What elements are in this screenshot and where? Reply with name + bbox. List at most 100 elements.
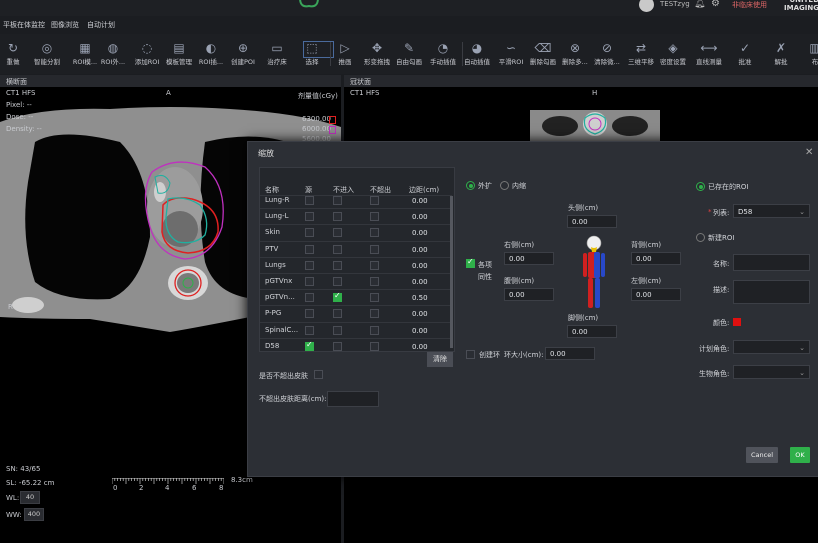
no-exceed-checkbox[interactable] — [370, 244, 379, 254]
roi-list-select[interactable]: D58 ⌄ — [733, 204, 810, 218]
existing-roi-radio[interactable] — [696, 182, 705, 191]
tool-ruler[interactable]: ⟷ 直线测量 — [692, 40, 726, 66]
isotropic-checkbox[interactable] — [466, 257, 475, 268]
tool-unapprove[interactable]: ✗ 解批 — [764, 40, 798, 66]
margin-value[interactable]: 0.50 — [412, 294, 428, 302]
skin-checkbox[interactable] — [314, 370, 323, 379]
no-enter-checkbox[interactable] — [333, 309, 342, 319]
tool-roi-outer[interactable]: ◍ ROI外... — [96, 40, 130, 66]
margin-value[interactable]: 0.00 — [412, 246, 428, 254]
tool-delete-contour[interactable]: ⌫ 删除勾画 — [526, 40, 560, 66]
roi-desc-input[interactable] — [733, 280, 810, 304]
source-checkbox[interactable] — [305, 325, 314, 335]
no-enter-checkbox[interactable] — [333, 228, 342, 238]
source-checkbox[interactable] — [305, 277, 314, 286]
source-checkbox[interactable] — [305, 244, 314, 254]
tool-create-poi[interactable]: ⊕ 创建POI — [226, 40, 260, 66]
margin-value[interactable]: 0.00 — [412, 343, 428, 351]
roi-name-input[interactable] — [733, 254, 810, 271]
no-exceed-checkbox[interactable] — [370, 196, 379, 205]
no-enter-checkbox[interactable] — [333, 244, 342, 254]
source-checkbox[interactable] — [305, 196, 314, 205]
no-exceed-checkbox[interactable] — [370, 228, 379, 238]
tool-smooth-roi[interactable]: ∽ 平滑ROI — [494, 40, 528, 66]
tool-free-draw[interactable]: ✎ 自由勾画 — [392, 40, 426, 66]
tool-approve[interactable]: ✓ 批准 — [728, 40, 762, 66]
table-scrollbar[interactable] — [450, 196, 453, 348]
no-enter-checkbox[interactable] — [333, 341, 342, 351]
tool-deform-drag[interactable]: ✥ 形变拖拽 — [360, 40, 394, 66]
front-input[interactable]: 0.00 — [504, 288, 554, 301]
coronal-image[interactable] — [530, 110, 660, 142]
margin-value[interactable]: 0.00 — [412, 310, 428, 318]
bell-icon[interactable]: 🔔︎ — [694, 0, 705, 9]
head-input[interactable]: 0.00 — [567, 215, 617, 228]
tool-redo[interactable]: ↻ 重做 — [0, 40, 30, 66]
margin-value[interactable]: 0.00 — [412, 262, 428, 270]
back-input[interactable]: 0.00 — [631, 252, 681, 265]
shrink-radio[interactable] — [500, 181, 509, 190]
menu-monitor[interactable]: 平板在体监控 — [3, 20, 45, 30]
no-exceed-checkbox[interactable] — [370, 341, 379, 351]
bio-role-select[interactable]: ⌄ — [733, 365, 810, 379]
source-checkbox[interactable] — [305, 293, 314, 303]
source-checkbox[interactable] — [305, 228, 314, 238]
tool-layout[interactable]: ▥ 布 — [798, 40, 818, 66]
tool-3d-move[interactable]: ⇄ 三维平移 — [624, 40, 658, 66]
tool-roi-interp[interactable]: ◐ ROI插... — [194, 40, 228, 66]
source-checkbox[interactable] — [305, 260, 314, 270]
margin-value[interactable]: 0.00 — [412, 213, 428, 221]
wl-input[interactable]: 40 — [20, 491, 40, 504]
ww-input[interactable]: 400 — [24, 508, 44, 521]
menu-auto-plan[interactable]: 自动计划 — [87, 20, 115, 30]
no-enter-checkbox[interactable] — [333, 260, 342, 270]
tool-template-manage[interactable]: ▤ 模板管理 — [162, 40, 196, 66]
no-enter-checkbox[interactable] — [333, 291, 342, 303]
no-exceed-checkbox[interactable] — [370, 277, 379, 286]
tool-density[interactable]: ◈ 密度设置 — [656, 40, 690, 66]
gear-icon[interactable]: ⚙ — [711, 0, 720, 9]
clear-button[interactable]: 清除 — [427, 352, 453, 367]
tool-smart-seg[interactable]: ◎ 智能分割 — [30, 40, 64, 66]
margin-value[interactable]: 0.00 — [412, 197, 428, 205]
tool-clear-small[interactable]: ⊘ 清除微... — [590, 40, 624, 66]
user-name[interactable]: TESTzyg — [660, 0, 690, 8]
close-icon[interactable]: ✕ — [805, 147, 813, 158]
foot-input[interactable]: 0.00 — [567, 325, 617, 338]
no-exceed-checkbox[interactable] — [370, 309, 379, 319]
ring-checkbox[interactable] — [466, 350, 475, 359]
plan-role-select[interactable]: ⌄ — [733, 340, 810, 354]
no-enter-checkbox[interactable] — [333, 325, 342, 335]
ring-size-input[interactable]: 0.00 — [545, 347, 595, 360]
source-checkbox[interactable] — [305, 309, 314, 319]
ok-button[interactable]: OK — [790, 447, 810, 463]
source-checkbox[interactable] — [305, 340, 314, 351]
tool-delete-multi[interactable]: ⊗ 删除多... — [558, 40, 592, 66]
tool-push-draw[interactable]: ▷ 推画 — [328, 40, 362, 66]
no-enter-checkbox[interactable] — [333, 196, 342, 205]
new-roi-radio[interactable] — [696, 233, 705, 242]
no-exceed-checkbox[interactable] — [370, 293, 379, 303]
no-enter-checkbox[interactable] — [333, 212, 342, 222]
margin-value[interactable]: 0.00 — [412, 278, 428, 286]
tool-add-roi[interactable]: ◌ 添加ROI — [130, 40, 164, 66]
tool-auto-interp[interactable]: ◕ 自动插值 — [460, 40, 494, 66]
no-exceed-checkbox[interactable] — [370, 212, 379, 222]
margin-value[interactable]: 0.00 — [412, 229, 428, 237]
tool-couch[interactable]: ▭ 治疗床 — [260, 40, 294, 66]
cancel-button[interactable]: Cancel — [746, 447, 778, 463]
expand-radio[interactable] — [466, 181, 475, 190]
source-checkbox[interactable] — [305, 212, 314, 222]
left-input[interactable]: 0.00 — [631, 288, 681, 301]
right-input[interactable]: 0.00 — [504, 252, 554, 265]
no-enter-checkbox[interactable] — [333, 277, 342, 286]
margin-value[interactable]: 0.00 — [412, 327, 428, 335]
menu-image-browse[interactable]: 图像浏览 — [51, 20, 79, 30]
tool-select[interactable]: ⬚ 选择 — [295, 40, 329, 66]
approve-icon: ✓ — [739, 41, 751, 55]
skin-distance-input[interactable] — [327, 391, 379, 407]
tool-manual-interp[interactable]: ◔ 手动插值 — [426, 40, 460, 66]
no-exceed-checkbox[interactable] — [370, 260, 379, 270]
no-exceed-checkbox[interactable] — [370, 325, 379, 335]
roi-color-swatch[interactable] — [733, 318, 741, 326]
